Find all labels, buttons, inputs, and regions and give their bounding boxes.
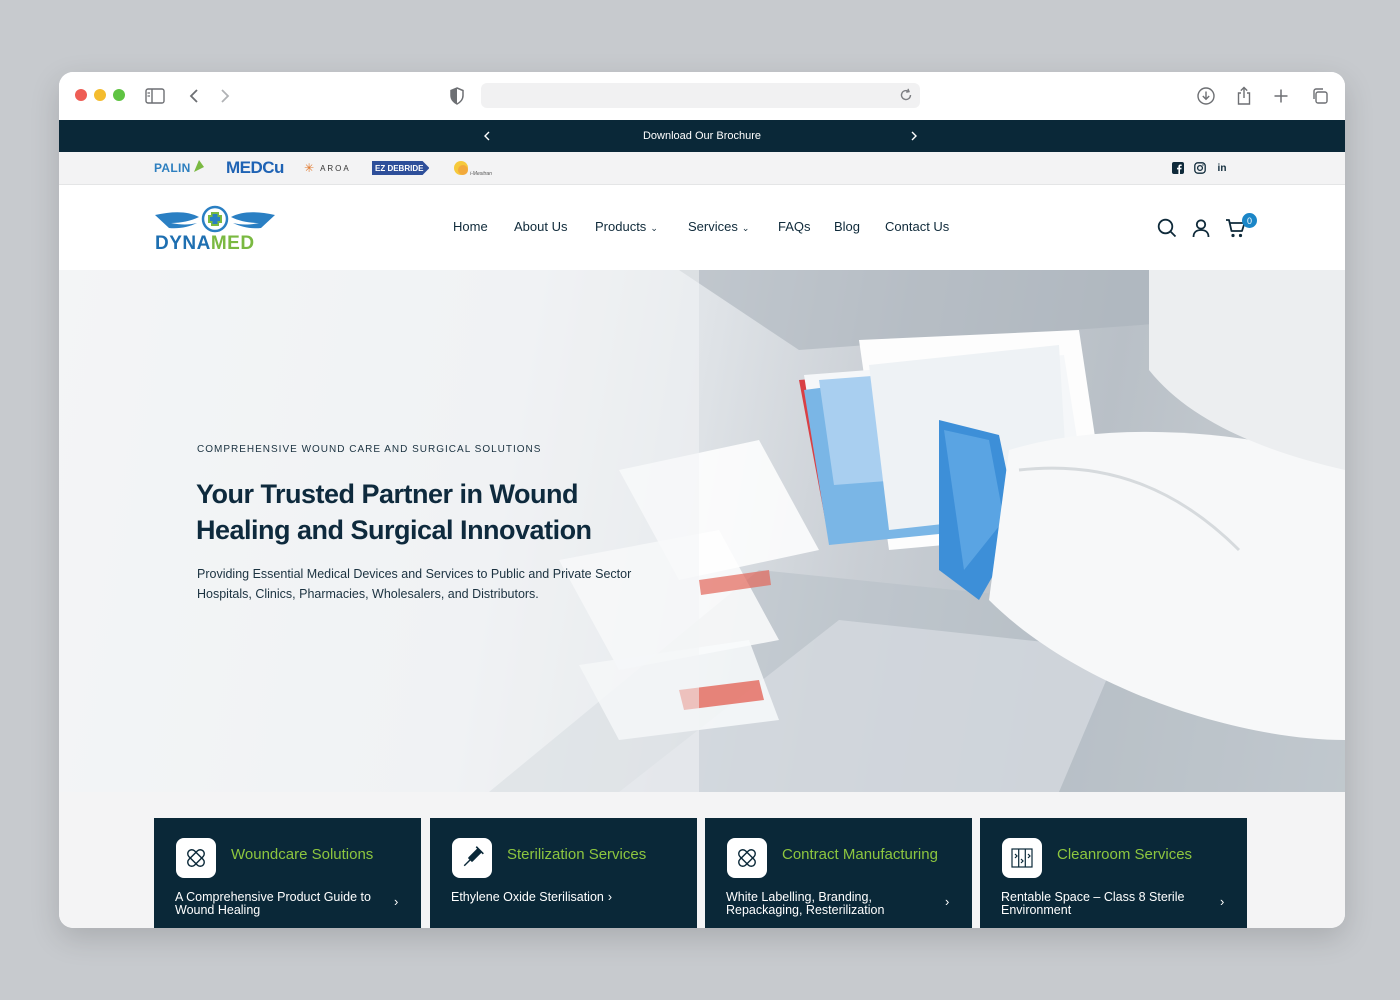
announcement-next-icon[interactable]: [906, 128, 922, 144]
facebook-icon[interactable]: [1171, 161, 1185, 175]
service-card-description: A Comprehensive Product Guide to Wound H…: [175, 890, 371, 917]
nav-contact-us[interactable]: Contact Us: [885, 219, 949, 234]
service-card-title: Sterilization Services: [507, 846, 647, 863]
service-card-sterilization[interactable]: Sterilization Services Ethylene Oxide St…: [430, 818, 697, 928]
service-card-description: Rentable Space – Class 8 Sterile Environ…: [1001, 890, 1185, 917]
address-bar[interactable]: [481, 83, 920, 108]
chevron-right-icon: ›: [394, 894, 399, 909]
nav-faqs[interactable]: FAQs: [778, 219, 811, 234]
browser-window: Download Our Brochure PALIN MEDCu ✳ AROA…: [59, 72, 1345, 928]
nav-about-us[interactable]: About Us: [514, 219, 567, 234]
back-icon[interactable]: [182, 84, 206, 108]
window-controls: [75, 89, 125, 101]
announcement-bar: Download Our Brochure: [59, 120, 1345, 152]
service-card-title: Cleanroom Services: [1057, 846, 1193, 863]
site-header: DYNAMED Home About Us Products ⌄ Services…: [59, 185, 1345, 270]
service-card-description: White Labelling, Branding, Repackaging, …: [726, 890, 885, 917]
chevron-right-icon: ›: [607, 890, 613, 904]
service-card-contract-manufacturing[interactable]: Contract Manufacturing White Labelling, …: [705, 818, 972, 928]
service-card-woundcare[interactable]: Woundcare Solutions A Comprehensive Prod…: [154, 818, 421, 928]
service-card-title: Contract Manufacturing: [782, 846, 938, 863]
download-icon[interactable]: [1194, 84, 1218, 108]
service-card-description: Ethylene Oxide Sterilisation ›: [451, 890, 613, 904]
brand-logo-imesitran[interactable]: i-Mesitran: [452, 158, 492, 178]
nav-products[interactable]: Products ⌄: [595, 219, 658, 234]
services-section: Woundcare Solutions A Comprehensive Prod…: [59, 792, 1345, 928]
bandage-icon: [727, 838, 767, 878]
share-icon[interactable]: [1232, 84, 1256, 108]
browser-toolbar: [59, 72, 1345, 120]
nav-home[interactable]: Home: [453, 219, 488, 234]
imesitran-sun-icon: [454, 161, 468, 175]
hero-title: Your Trusted Partner in Wound Healing an…: [196, 479, 592, 545]
nav-services[interactable]: Services ⌄: [688, 219, 749, 234]
cart-count-badge: 0: [1242, 213, 1257, 228]
search-icon[interactable]: [1156, 217, 1178, 239]
account-icon[interactable]: [1190, 217, 1212, 239]
bandage-icon: [176, 838, 216, 878]
service-card-cleanroom[interactable]: Cleanroom Services Rentable Space – Clas…: [980, 818, 1247, 928]
chevron-down-icon: ⌄: [741, 223, 750, 233]
brand-logos-strip: PALIN MEDCu ✳ AROA EZ DEBRIDE i-Mesitran…: [59, 152, 1345, 185]
aroa-star-icon: ✳: [304, 161, 317, 175]
brand-logo-aroa[interactable]: ✳ AROA: [304, 158, 351, 178]
announcement-prev-icon[interactable]: [479, 128, 495, 144]
hero-eyebrow: COMPREHENSIVE WOUND CARE AND SURGICAL SO…: [197, 444, 542, 455]
minimize-window-button[interactable]: [94, 89, 106, 101]
syringe-icon: [452, 838, 492, 878]
hero-subtitle: Providing Essential Medical Devices and …: [197, 567, 632, 601]
nav-blog[interactable]: Blog: [834, 219, 860, 234]
instagram-icon[interactable]: [1193, 161, 1207, 175]
brand-logo-palin[interactable]: PALIN: [154, 158, 206, 178]
hero-banner: COMPREHENSIVE WOUND CARE AND SURGICAL SO…: [59, 270, 1345, 792]
chevron-right-icon: ›: [1220, 894, 1225, 909]
new-tab-icon[interactable]: [1269, 84, 1293, 108]
forward-icon[interactable]: [213, 84, 237, 108]
service-card-title: Woundcare Solutions: [231, 846, 374, 863]
chevron-down-icon: ⌄: [650, 223, 658, 233]
announcement-text[interactable]: Download Our Brochure: [643, 130, 761, 142]
cleanroom-icon: [1002, 838, 1042, 878]
sidebar-icon[interactable]: [143, 84, 167, 108]
chevron-right-icon: ›: [945, 894, 950, 909]
brand-logo-medcu[interactable]: MEDCu: [226, 158, 284, 178]
linkedin-icon[interactable]: in: [1215, 161, 1229, 175]
shield-icon[interactable]: [445, 84, 469, 108]
reload-icon[interactable]: [898, 87, 914, 103]
maximize-window-button[interactable]: [113, 89, 125, 101]
dynamed-wordmark[interactable]: DYNAMED: [155, 233, 255, 255]
tabs-icon[interactable]: [1308, 84, 1332, 108]
close-window-button[interactable]: [75, 89, 87, 101]
brand-logo-ezdebride[interactable]: EZ DEBRIDE: [372, 161, 430, 175]
